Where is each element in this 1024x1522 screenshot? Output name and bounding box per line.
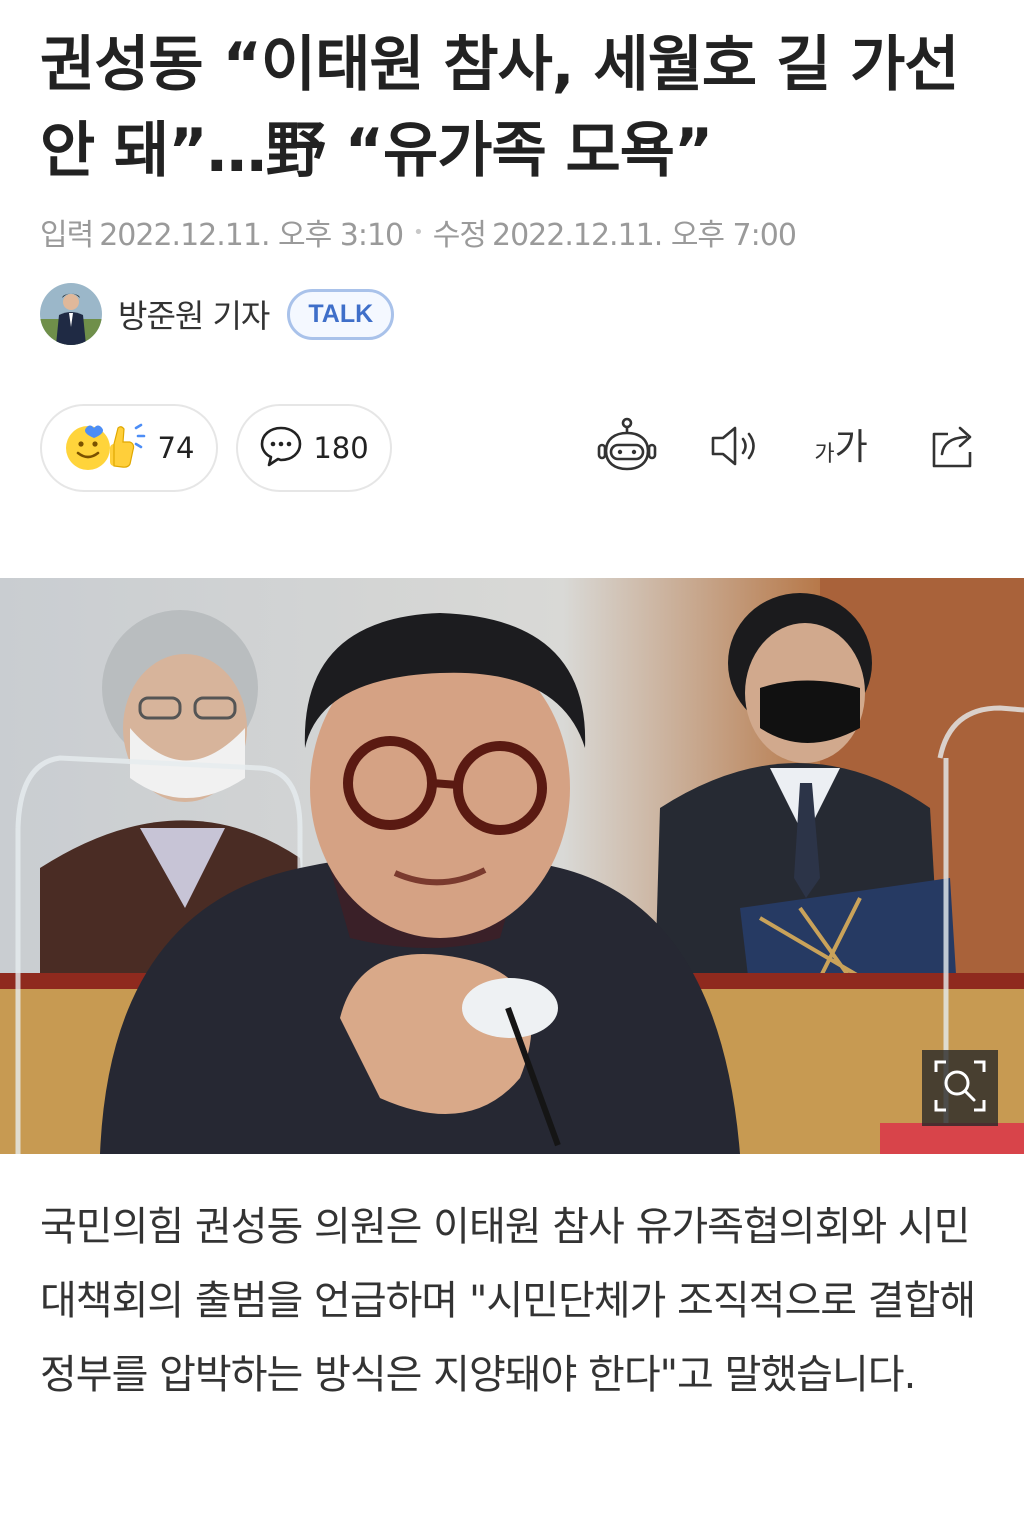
share-button[interactable] — [922, 418, 984, 478]
share-icon — [926, 420, 980, 476]
listen-button[interactable] — [704, 418, 766, 478]
article-photo[interactable] — [0, 578, 1024, 1154]
font-size-small-glyph: 가 — [814, 442, 835, 467]
summary-bot-button[interactable] — [596, 417, 658, 479]
zoom-button[interactable] — [922, 1050, 998, 1126]
article-headline: 권성동 “이태원 참사, 세월호 길 가선 안 돼”…野 “유가족 모욕” — [40, 30, 959, 186]
photo-caption: 국민의힘 권성동 의원은 이태원 참사 유가족협의회와 시민대책회의 출범을 언… — [40, 1204, 976, 1398]
modified-time: 2022.12.11. 오후 7:00 — [491, 218, 797, 253]
photo-illustration — [0, 578, 1024, 1154]
robot-icon — [597, 417, 657, 479]
published-time: 2022.12.11. 오후 3:10 — [99, 218, 404, 253]
smiley-thumbs-up-icon — [64, 420, 148, 476]
author-name[interactable]: 방준원 기자 — [118, 291, 270, 337]
comment-button[interactable]: 180 — [236, 404, 392, 492]
magnify-icon — [932, 1058, 988, 1118]
reaction-button[interactable]: 74 — [40, 404, 218, 492]
article-timestamps: 입력 2022.12.11. 오후 3:10 • 수정 2022.12.11. … — [40, 210, 797, 254]
separator-dot: • — [413, 221, 424, 243]
font-size-button[interactable]: 가가 — [810, 418, 872, 478]
author-row: 방준원 기자 TALK — [40, 282, 395, 346]
comment-count: 180 — [313, 431, 369, 465]
author-avatar[interactable] — [40, 283, 102, 345]
speech-bubble-icon — [259, 424, 303, 472]
talk-button[interactable]: TALK — [287, 288, 395, 340]
reaction-count: 74 — [157, 431, 195, 465]
speaker-icon — [707, 422, 763, 474]
font-size-icon: 가가 — [814, 430, 867, 466]
published-label: 입력 — [40, 218, 94, 253]
modified-label: 수정 — [432, 218, 487, 253]
font-size-large-glyph: 가 — [834, 427, 868, 468]
